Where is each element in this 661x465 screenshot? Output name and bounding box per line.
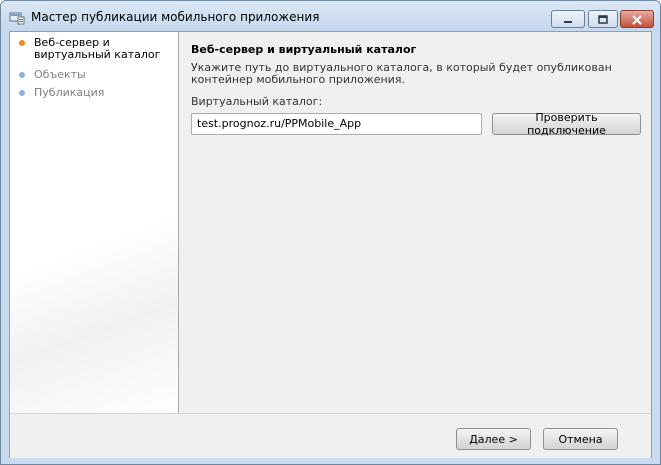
close-icon: [631, 10, 643, 29]
step-label: Веб-сервер и виртуальный каталог: [34, 36, 161, 61]
virtual-directory-label: Виртуальный каталог:: [191, 95, 323, 108]
step-objects[interactable]: Объекты: [19, 69, 174, 81]
step-label: Объекты: [34, 68, 86, 81]
step-pending-dot-icon: [19, 72, 25, 78]
title-bar[interactable]: Мастер публикации мобильного приложения: [1, 1, 660, 31]
app-icon: [9, 10, 25, 25]
minimize-icon: [562, 10, 574, 29]
step-web-server[interactable]: Веб-сервер и виртуальный каталог: [19, 37, 174, 61]
close-button[interactable]: [620, 10, 654, 28]
page-description: Укажите путь до виртуального каталога, в…: [191, 61, 612, 86]
step-pending-dot-icon: [19, 90, 25, 96]
wizard-body: Веб-сервер и виртуальный каталог Объекты…: [9, 31, 652, 458]
cancel-button[interactable]: Отмена: [543, 428, 618, 450]
steps-sidebar: Веб-сервер и виртуальный каталог Объекты…: [10, 32, 179, 413]
minimize-button[interactable]: [551, 10, 585, 28]
next-button[interactable]: Далее >: [456, 428, 531, 450]
wizard-window: Мастер публикации мобильного приложения …: [0, 0, 661, 465]
wizard-footer: Далее > Отмена: [10, 413, 651, 458]
maximize-button[interactable]: [588, 10, 618, 28]
window-title: Мастер публикации мобильного приложения: [31, 10, 320, 24]
step-active-dot-icon: [19, 40, 25, 46]
step-content: Веб-сервер и виртуальный каталог Укажите…: [179, 32, 651, 413]
check-connection-button[interactable]: Проверить подключение: [492, 111, 641, 137]
virtual-directory-input[interactable]: test.prognoz.ru/PPMobile_App: [191, 113, 482, 135]
step-publication[interactable]: Публикация: [19, 87, 174, 99]
maximize-icon: [597, 10, 609, 29]
page-title: Веб-сервер и виртуальный каталог: [191, 43, 417, 56]
step-label: Публикация: [34, 86, 105, 99]
